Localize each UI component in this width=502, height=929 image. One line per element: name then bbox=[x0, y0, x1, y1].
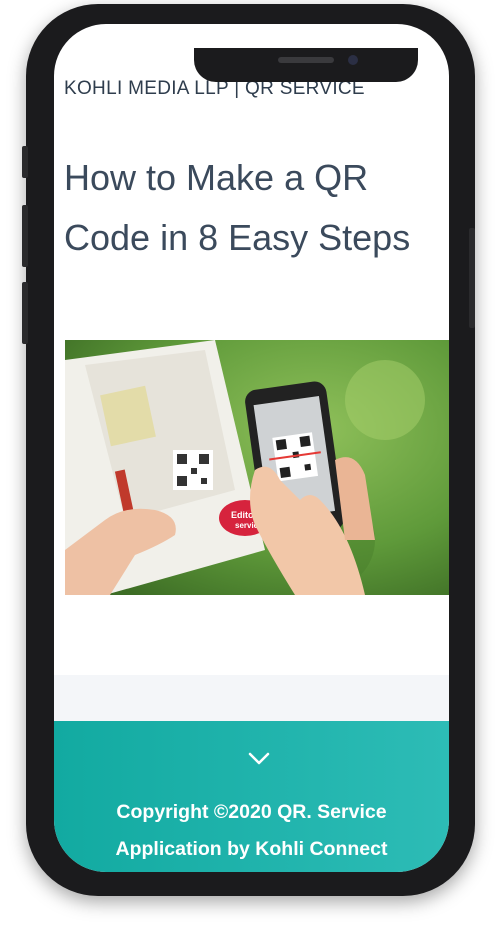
speaker-grille bbox=[278, 57, 334, 63]
phone-screen: KOHLI MEDIA LLP | QR SERVICE How to Make… bbox=[54, 24, 449, 872]
volume-up-button bbox=[22, 205, 28, 267]
content-spacer bbox=[54, 675, 449, 721]
power-button bbox=[469, 228, 475, 328]
volume-down-button bbox=[22, 282, 28, 344]
credit-text: Application by Kohli Connect bbox=[115, 838, 388, 860]
copyright-text: Copyright ©2020 QR. Service bbox=[116, 801, 387, 823]
camera-icon bbox=[348, 55, 358, 65]
article-title: How to Make a QR Code in 8 Easy Steps bbox=[64, 157, 411, 258]
qr-scan-photo: Editorial service bbox=[65, 340, 449, 595]
chevron-down-icon[interactable] bbox=[248, 752, 270, 766]
notch bbox=[194, 48, 418, 82]
site-footer: Copyright ©2020 QR. Service Application … bbox=[54, 721, 449, 872]
hero-image: Editorial service bbox=[65, 340, 449, 595]
mute-switch bbox=[22, 146, 28, 178]
